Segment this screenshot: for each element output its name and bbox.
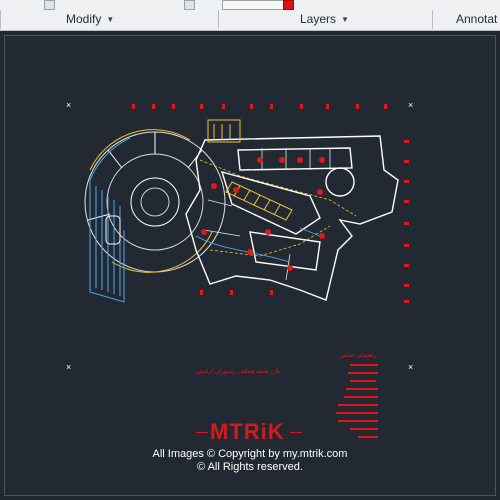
- corner-marker: ×: [66, 100, 72, 110]
- mtrik-logo: MTRiK: [210, 419, 285, 444]
- dimension-ticks: [132, 104, 409, 303]
- legend-entry: [358, 436, 378, 438]
- building-walls: [185, 135, 399, 301]
- plan-caption: پلان طبقه همکف رستوران ارامش: [196, 369, 281, 375]
- ramp-dividers: [87, 132, 203, 221]
- legend-entry: [338, 420, 378, 422]
- legend-entry: [344, 396, 378, 398]
- logo-rule-left: [196, 432, 208, 433]
- legend-entry: [348, 372, 378, 374]
- legend-entry: [336, 412, 378, 414]
- corner-marker: ×: [66, 362, 72, 372]
- interior-partitions: [203, 148, 331, 281]
- legend-entry: [338, 404, 378, 406]
- corner-marker: ×: [408, 100, 414, 110]
- copyright-line-2: © All Rights reserved.: [197, 461, 303, 473]
- legend-entry: [350, 380, 376, 382]
- copyright-line-1: All Images © Copyright by my.mtrik.com: [152, 448, 348, 460]
- corner-marker: ×: [408, 362, 414, 372]
- legend-entry: [350, 364, 378, 366]
- legend-entry: [350, 428, 378, 430]
- legend-entry: [346, 388, 378, 390]
- legend-title: راهنمای عناصر: [340, 353, 377, 359]
- logo-rule-right: [290, 432, 302, 433]
